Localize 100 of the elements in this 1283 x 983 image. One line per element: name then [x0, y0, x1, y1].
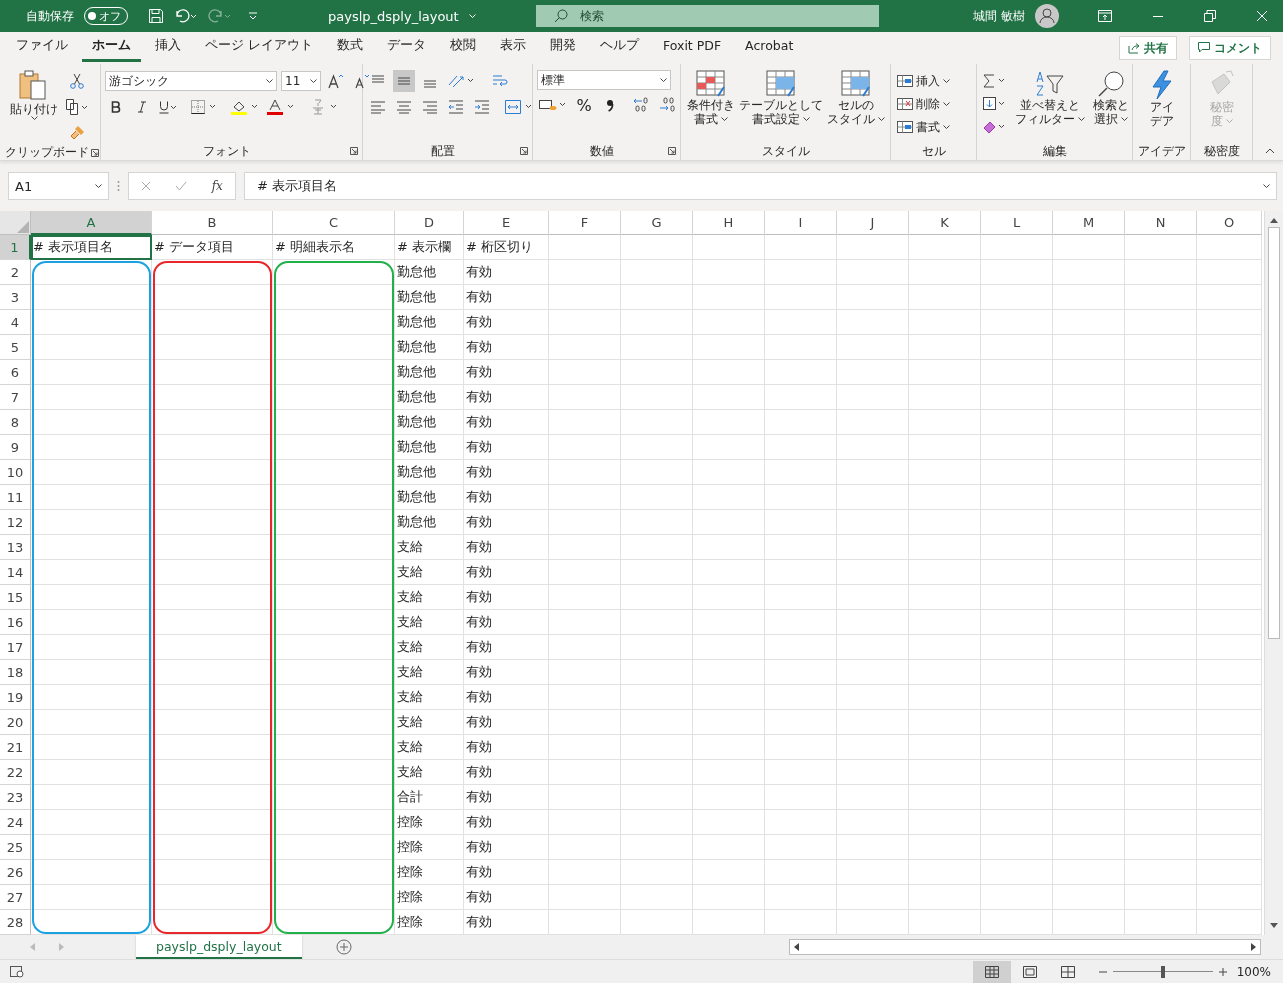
ribbon-tab[interactable]: 校閲 — [440, 34, 486, 62]
column-header[interactable]: B — [152, 211, 273, 235]
dialog-launcher-icon[interactable] — [91, 148, 99, 157]
ribbon-tab[interactable]: 開発 — [540, 34, 586, 62]
column-header[interactable]: N — [1125, 211, 1197, 235]
column-header[interactable]: H — [693, 211, 765, 235]
dialog-launcher-icon[interactable] — [350, 147, 358, 155]
row-header[interactable]: 9 — [0, 435, 31, 460]
sheet-tab[interactable]: payslp_dsply_layout — [136, 935, 302, 959]
zoom-level[interactable]: 100% — [1236, 964, 1271, 979]
customize-icon[interactable] — [248, 11, 258, 21]
ribbon-display-icon[interactable] — [1098, 10, 1112, 22]
number-format-field[interactable]: 標準 — [537, 70, 671, 90]
zoom-in-icon[interactable] — [1218, 967, 1227, 976]
macro-record-icon[interactable] — [10, 965, 24, 978]
add-sheet-icon[interactable] — [335, 939, 352, 955]
dialog-launcher-icon[interactable] — [520, 147, 528, 155]
row-header[interactable]: 22 — [0, 760, 31, 785]
row-header[interactable]: 17 — [0, 635, 31, 660]
edit-button[interactable]: 検索と 選択 — [1091, 70, 1131, 126]
row-header[interactable]: 19 — [0, 685, 31, 710]
cell-button[interactable]: 書式 — [895, 116, 952, 138]
row-header[interactable]: 1 — [0, 235, 31, 260]
ribbon-tab[interactable]: 数式 — [327, 34, 373, 62]
comment-button[interactable]: コメント — [1189, 36, 1271, 60]
insert-function-button[interactable]: fx — [211, 179, 223, 193]
normal-view-icon[interactable] — [972, 960, 1011, 983]
column-header[interactable]: F — [549, 211, 621, 235]
ribbon-tab[interactable]: ページ レイアウト — [195, 34, 323, 62]
check-icon[interactable] — [175, 181, 188, 191]
column-header[interactable]: E — [464, 211, 549, 235]
scroll-down-icon[interactable] — [1270, 923, 1278, 929]
search-field[interactable]: 検索 — [535, 5, 879, 27]
avatar-icon[interactable] — [1035, 4, 1059, 28]
ribbon-tab[interactable]: データ — [377, 34, 436, 62]
column-header[interactable]: M — [1053, 211, 1125, 235]
ribbon-tab[interactable]: 表示 — [490, 34, 536, 62]
row-header[interactable]: 3 — [0, 285, 31, 310]
row-header[interactable]: 14 — [0, 560, 31, 585]
name-box[interactable]: A1 — [8, 172, 109, 200]
save-icon[interactable] — [148, 8, 164, 24]
row-header[interactable]: 8 — [0, 410, 31, 435]
dialog-launcher-icon[interactable] — [668, 147, 676, 155]
row-header[interactable]: 10 — [0, 460, 31, 485]
collapse-ribbon-icon[interactable] — [1265, 148, 1275, 154]
ribbon-tab[interactable]: ヘルプ — [590, 34, 649, 62]
scrollbar-thumb[interactable] — [1268, 227, 1280, 639]
font-size-field[interactable]: 11 — [281, 71, 321, 91]
row-header[interactable]: 5 — [0, 335, 31, 360]
column-header[interactable]: J — [837, 211, 909, 235]
column-header[interactable]: G — [621, 211, 693, 235]
percent-button[interactable]: % — [573, 94, 595, 116]
row-header[interactable]: 21 — [0, 735, 31, 760]
cell-button[interactable]: 挿入 — [895, 70, 952, 92]
copy-icon[interactable] — [64, 96, 90, 118]
style-button[interactable]: セルの スタイル — [824, 70, 887, 126]
column-header[interactable]: D — [395, 211, 464, 235]
row-header[interactable]: 23 — [0, 785, 31, 810]
row-header[interactable]: 15 — [0, 585, 31, 610]
row-header[interactable]: 18 — [0, 660, 31, 685]
slider-thumb[interactable] — [1160, 965, 1165, 978]
scroll-up-icon[interactable] — [1270, 217, 1278, 223]
ribbon-tab[interactable]: ファイル — [6, 34, 78, 62]
share-button[interactable]: 共有 — [1119, 36, 1177, 60]
ideas-button[interactable]: アイ デア — [1147, 70, 1176, 128]
scroll-left-icon[interactable] — [794, 943, 800, 951]
font-name-field[interactable]: 游ゴシック — [105, 71, 277, 91]
row-header[interactable]: 7 — [0, 385, 31, 410]
row-header[interactable]: 28 — [0, 910, 31, 935]
file-name[interactable]: payslp_dsply_layout — [328, 8, 459, 24]
column-header[interactable]: C — [273, 211, 395, 235]
row-header[interactable]: 13 — [0, 535, 31, 560]
row-header[interactable]: 20 — [0, 710, 31, 735]
style-button[interactable]: 条件付き 書式 — [684, 70, 737, 126]
paste-button[interactable]: 貼り付け — [8, 70, 60, 121]
column-header[interactable]: A — [31, 211, 152, 235]
row-header[interactable]: 24 — [0, 810, 31, 835]
formula-field[interactable]: # 表示項目名 — [244, 172, 1277, 200]
row-header[interactable]: 25 — [0, 835, 31, 860]
row-header[interactable]: 12 — [0, 510, 31, 535]
column-header[interactable]: L — [981, 211, 1053, 235]
scroll-right-icon[interactable] — [1250, 943, 1256, 951]
row-header[interactable]: 2 — [0, 260, 31, 285]
row-header[interactable]: 16 — [0, 610, 31, 635]
row-header[interactable]: 27 — [0, 885, 31, 910]
edit-button[interactable]: 並べ替えと フィルター — [1013, 70, 1087, 126]
ribbon-tab[interactable]: Acrobat — [735, 34, 804, 62]
restore-icon[interactable] — [1204, 10, 1216, 22]
row-header[interactable]: 6 — [0, 360, 31, 385]
row-header[interactable]: 26 — [0, 860, 31, 885]
column-header[interactable]: O — [1197, 211, 1262, 235]
row-header[interactable]: 11 — [0, 485, 31, 510]
row-header[interactable]: 4 — [0, 310, 31, 335]
undo-icon[interactable] — [174, 8, 198, 24]
column-header[interactable]: I — [765, 211, 837, 235]
cell-button[interactable]: 削除 — [895, 93, 952, 115]
style-button[interactable]: テーブルとして 書式設定 — [736, 70, 825, 126]
close-icon[interactable] — [1256, 10, 1268, 22]
column-header[interactable]: K — [909, 211, 981, 235]
ribbon-tab[interactable]: Foxit PDF — [653, 34, 732, 62]
